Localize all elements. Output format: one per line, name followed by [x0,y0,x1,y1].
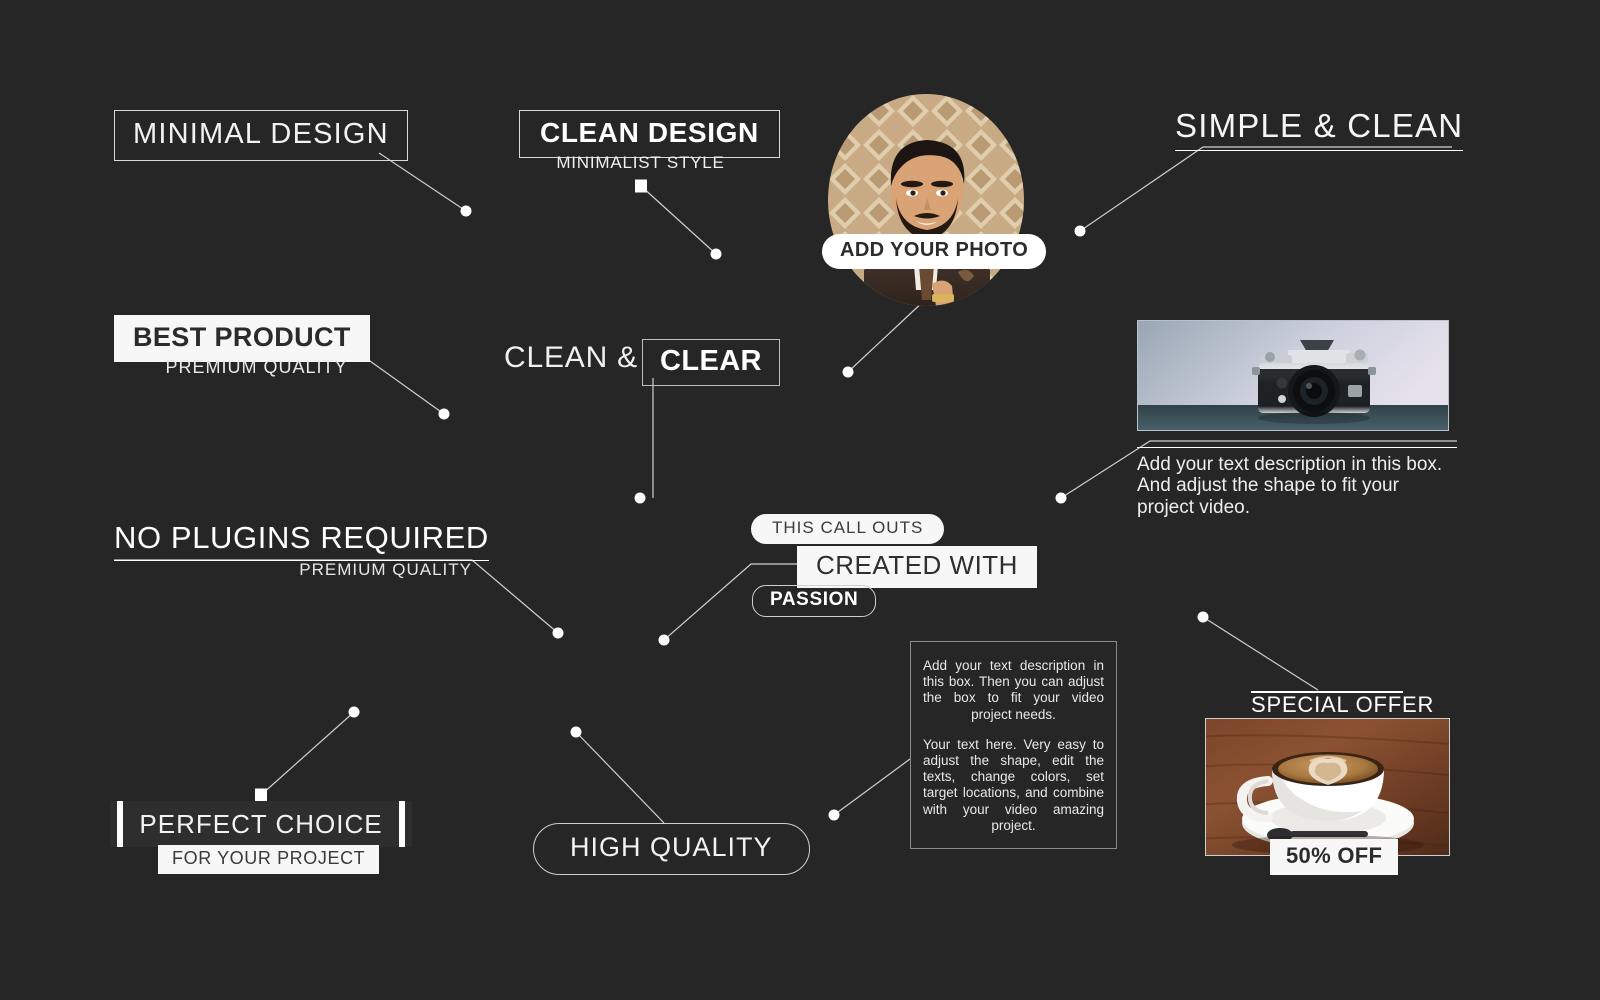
discount-badge[interactable]: 50% OFF [1270,839,1399,875]
connector-square [255,788,267,802]
callout-template-canvas: MINIMAL DESIGN BEST PRODUCT PREMIUM QUAL… [0,0,1600,1000]
connector-dot [460,205,472,217]
no-plugins-required-label[interactable]: NO PLUGINS REQUIRED [114,520,489,561]
best-product-label[interactable]: BEST PRODUCT [114,315,370,362]
clear-label[interactable]: CLEAR [642,339,780,386]
camera-description-text: Add your text description in this box. A… [1137,447,1457,518]
description-text-box[interactable]: Add your text description in this box. T… [910,641,1117,849]
vintage-camera-icon [1138,321,1448,430]
connector-square [635,179,647,193]
connector-dot [828,809,840,821]
add-your-photo-label[interactable]: ADD YOUR PHOTO [822,234,1047,269]
minimal-design-label[interactable]: MINIMAL DESIGN [114,110,408,161]
created-with-label[interactable]: CREATED WITH [797,546,1037,588]
perfect-choice-label: PERFECT CHOICE [139,808,383,839]
camera-image-placeholder[interactable] [1137,320,1449,431]
connector-dot [710,248,722,260]
clean-and-label: CLEAN & [504,341,638,374]
coffee-image-placeholder[interactable] [1205,718,1450,856]
simple-and-clean-label[interactable]: SIMPLE & CLEAN [1175,107,1464,151]
connector-dot [438,408,450,420]
perfect-choice-banner[interactable]: PERFECT CHOICE [110,801,412,847]
high-quality-pill[interactable]: HIGH QUALITY [533,823,810,875]
connector-dot [552,627,564,639]
coffee-cup-icon [1206,719,1449,855]
connector-dot [348,706,360,718]
description-paragraph-2: Your text here. Very easy to adjust the … [923,736,1104,833]
description-paragraph-1: Add your text description in this box. T… [923,658,1104,722]
no-plugins-subtitle: PREMIUM QUALITY [299,560,472,579]
connector-dot [634,492,646,504]
connector-dot [1055,492,1067,504]
passion-pill[interactable]: PASSION [752,585,877,617]
person-portrait-icon [828,94,1024,306]
special-offer-label[interactable]: SPECIAL OFFER [1251,692,1434,718]
this-call-outs-pill[interactable]: THIS CALL OUTS [751,514,945,544]
for-your-project-label[interactable]: FOR YOUR PROJECT [158,845,380,874]
connector-dot [658,634,670,646]
connector-dot [1074,225,1086,237]
connector-dot [570,726,582,738]
best-product-subtitle: PREMIUM QUALITY [165,357,348,377]
connector-dot [1197,611,1209,623]
portrait-photo-placeholder[interactable]: ADD YOUR PHOTO [822,94,1047,306]
portrait-image [828,94,1024,306]
connector-dot [842,366,854,378]
clean-design-label[interactable]: CLEAN DESIGN [519,110,780,158]
minimalist-style-subtitle: MINIMALIST STYLE [556,153,725,172]
